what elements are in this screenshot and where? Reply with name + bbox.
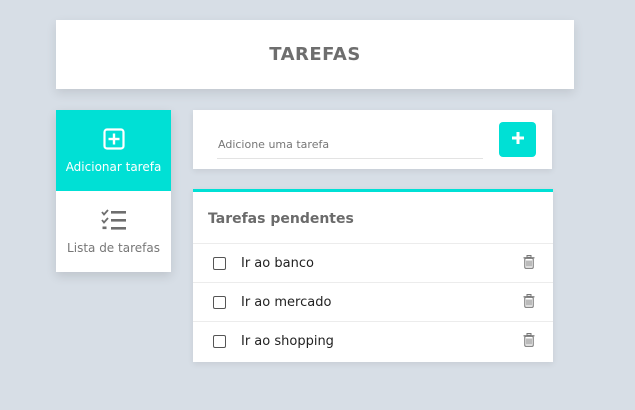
task-row: Ir ao banco <box>193 243 553 282</box>
sidebar-item-label: Lista de tarefas <box>67 241 160 255</box>
header-card: TAREFAS <box>56 20 574 89</box>
sidebar: Adicionar tarefa Lista de tarefas <box>56 110 171 272</box>
task-row: Ir ao mercado <box>193 282 553 321</box>
add-task-card <box>193 110 552 169</box>
task-checkbox[interactable] <box>213 256 226 270</box>
trash-icon[interactable] <box>523 293 535 312</box>
sidebar-item-add-task[interactable]: Adicionar tarefa <box>56 110 171 191</box>
plus-icon <box>511 131 525 148</box>
page-title: TAREFAS <box>269 44 361 65</box>
task-checkbox[interactable] <box>213 334 226 348</box>
task-label: Ir ao banco <box>241 255 314 271</box>
trash-icon[interactable] <box>523 254 535 273</box>
checklist-icon <box>100 209 127 231</box>
add-task-input[interactable] <box>217 130 483 159</box>
trash-icon[interactable] <box>523 332 535 351</box>
add-square-icon <box>102 128 125 150</box>
task-checkbox[interactable] <box>213 295 226 309</box>
add-task-button[interactable] <box>499 122 536 157</box>
sidebar-item-task-list[interactable]: Lista de tarefas <box>56 191 171 272</box>
sidebar-item-label: Adicionar tarefa <box>65 160 162 174</box>
task-row: Ir ao shopping <box>193 321 553 360</box>
pending-tasks-card: Tarefas pendentes Ir ao banco Ir ao merc… <box>193 189 553 362</box>
task-label: Ir ao mercado <box>241 294 332 310</box>
task-label: Ir ao shopping <box>241 333 334 349</box>
pending-tasks-title: Tarefas pendentes <box>208 211 354 227</box>
